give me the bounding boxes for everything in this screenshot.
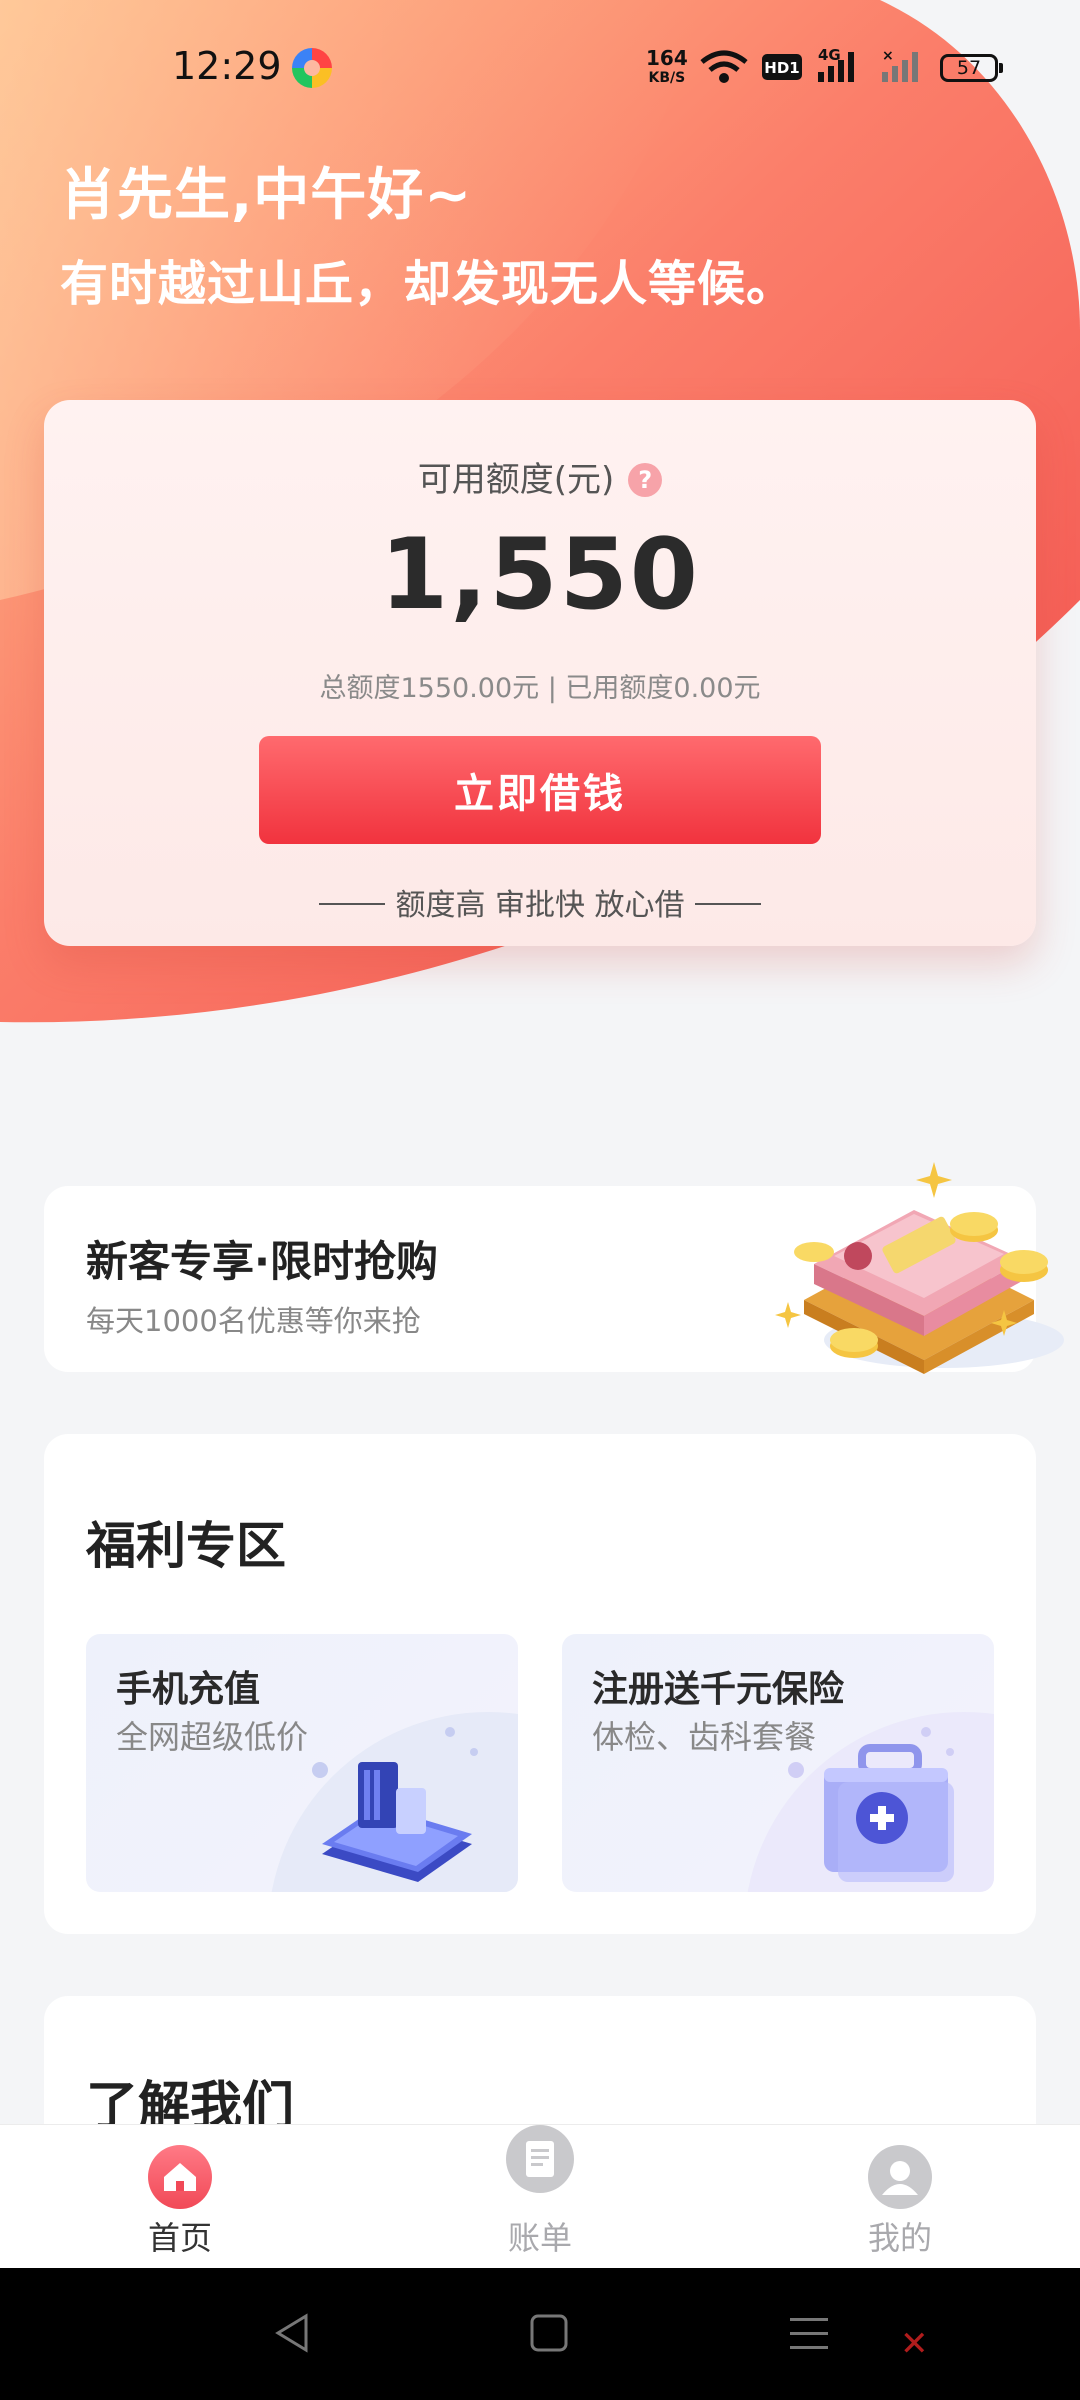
network-type-text: 4G bbox=[818, 46, 841, 64]
credit-label-row: 可用额度(元)? bbox=[44, 452, 1036, 501]
tab-bill[interactable]: 账单 bbox=[440, 2125, 640, 2269]
signal-no-service-icon: × bbox=[882, 48, 918, 82]
credit-amount: 1,550 bbox=[380, 518, 700, 632]
money-stack-illustration bbox=[775, 1162, 1064, 1374]
status-bar: 12:29 164 KB/S HD1 4G × 57 bbox=[0, 0, 1080, 140]
battery-icon: 57 bbox=[940, 54, 1003, 82]
net-speed-value: 164 bbox=[646, 46, 688, 70]
promo-title: 新客专享·限时抢购 bbox=[86, 1237, 438, 1286]
watermark-logo: ✕ bbox=[900, 2324, 929, 2364]
status-time: 12:29 bbox=[172, 44, 282, 88]
medical-kit-illustration bbox=[747, 1712, 994, 1892]
welfare-item-phone-recharge[interactable]: 手机充值 全网超级低价 bbox=[86, 1634, 518, 1892]
hd-badge-text: HD1 bbox=[764, 59, 799, 77]
welfare-item-title: 注册送千元保险 bbox=[592, 1669, 845, 1710]
tab-home[interactable]: 首页 bbox=[80, 2125, 280, 2269]
wifi-icon bbox=[700, 50, 748, 83]
help-icon[interactable]: ? bbox=[628, 463, 663, 497]
signal-4g-icon: 4G bbox=[818, 46, 854, 82]
net-speed: 164 KB/S bbox=[646, 48, 688, 88]
welfare-card: 福利专区 手机充值 全网超级低价 注册送千元保险 体检、齿科套餐 bbox=[44, 1434, 1036, 1934]
borrow-button[interactable]: 立即借钱 bbox=[259, 736, 821, 844]
greeting: 肖先生,中午好~ bbox=[60, 163, 473, 228]
phone-card-illustration bbox=[271, 1712, 518, 1892]
slogan-text: 额度高 审批快 放心借 bbox=[395, 888, 685, 923]
app-notification-icon bbox=[292, 48, 332, 88]
tab-bill-label: 账单 bbox=[507, 2219, 572, 2257]
slogan-divider-right bbox=[694, 903, 761, 905]
welfare-title: 福利专区 bbox=[86, 1517, 286, 1575]
system-navigation-bar: ✕ bbox=[0, 2268, 1080, 2400]
hd-voice-icon: HD1 bbox=[762, 54, 802, 80]
tab-mine-label: 我的 bbox=[867, 2219, 932, 2257]
welfare-item-title: 手机充值 bbox=[116, 1669, 261, 1710]
battery-level: 57 bbox=[956, 57, 982, 79]
promo-card[interactable]: 新客专享·限时抢购 每天1000名优惠等你来抢 bbox=[44, 1162, 1064, 1374]
menu-icon[interactable] bbox=[784, 2308, 834, 2358]
credit-label: 可用额度(元) bbox=[417, 460, 615, 500]
credit-card: 可用额度(元)? 1,550 总额度1550.00元 | 已用额度0.00元 立… bbox=[44, 400, 1036, 946]
tab-home-label: 首页 bbox=[147, 2219, 212, 2257]
slogan-divider-left bbox=[319, 903, 386, 905]
promo-subtitle: 每天1000名优惠等你来抢 bbox=[86, 1304, 421, 1338]
tab-mine[interactable]: 我的 bbox=[800, 2125, 1000, 2269]
home-icon bbox=[148, 2145, 212, 2209]
slogan: 额度高 审批快 放心借 bbox=[44, 880, 1036, 924]
bill-icon bbox=[506, 2125, 574, 2193]
quote: 有时越过山丘，却发现无人等候。 bbox=[60, 256, 796, 312]
bottom-tab-bar: 首页 账单 我的 bbox=[0, 2124, 1080, 2269]
home-square-icon[interactable] bbox=[524, 2308, 574, 2358]
profile-icon bbox=[868, 2145, 932, 2209]
svg-text:×: × bbox=[882, 48, 894, 64]
welfare-item-insurance[interactable]: 注册送千元保险 体检、齿科套餐 bbox=[562, 1634, 994, 1892]
back-icon[interactable] bbox=[268, 2308, 318, 2358]
net-speed-unit: KB/S bbox=[648, 70, 686, 86]
credit-summary: 总额度1550.00元 | 已用额度0.00元 bbox=[319, 673, 761, 704]
